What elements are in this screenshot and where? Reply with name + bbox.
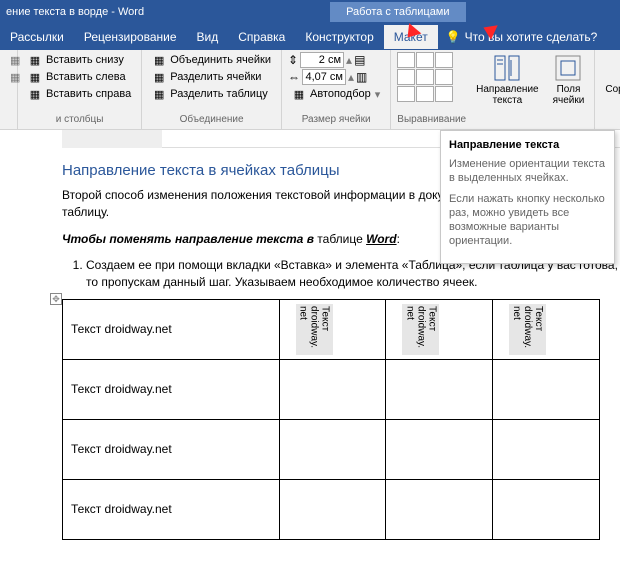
group-label: и столбцы: [24, 114, 135, 127]
table-cell[interactable]: Текст droidway.net: [63, 479, 280, 539]
text-direction-icon: [493, 54, 521, 82]
sort-button[interactable]: A↓ Сортировка: [601, 52, 620, 97]
stepper-icon[interactable]: ▴: [348, 70, 354, 84]
cell-margins-button[interactable]: Поля ячейки: [549, 52, 589, 108]
table-cell[interactable]: Текст droidway. net: [493, 299, 600, 359]
row-height-input[interactable]: [300, 52, 344, 68]
table-row: Текст droidway.net Текст droidway. net Т…: [63, 299, 600, 359]
tab-help[interactable]: Справка: [228, 25, 295, 49]
insert-left-icon: ▦: [28, 70, 42, 84]
col-width-input[interactable]: [302, 69, 346, 85]
table-cell[interactable]: Текст droidway.net: [63, 419, 280, 479]
tab-design[interactable]: Конструктор: [295, 25, 383, 49]
stepper-icon[interactable]: ▴: [346, 53, 352, 67]
group-label: Объединение: [148, 114, 275, 127]
tooltip-text: Изменение ориентации текста в выделенных…: [449, 157, 606, 186]
table-cell[interactable]: Текст droidway.net: [63, 359, 280, 419]
partial-button[interactable]: ▦: [6, 52, 14, 68]
merge-cells-button[interactable]: ▦Объединить ячейки: [148, 52, 275, 68]
align-ml[interactable]: [397, 69, 415, 85]
table-cell[interactable]: [386, 419, 493, 479]
insert-left-button[interactable]: ▦Вставить слева: [24, 69, 135, 85]
row-height-icon: ⇕: [288, 53, 298, 67]
split-icon: ▦: [152, 70, 166, 84]
window-title: ение текста в ворде - Word: [0, 6, 150, 18]
group-merge: ▦Объединить ячейки ▦Разделить ячейки ▦Ра…: [142, 50, 282, 129]
tab-mailings[interactable]: Рассылки: [0, 25, 74, 49]
align-tr[interactable]: [435, 52, 453, 68]
align-tl[interactable]: [397, 52, 415, 68]
title-bar: ение текста в ворде - Word Работа с табл…: [0, 0, 620, 24]
group-label: Размер ячейки: [288, 114, 384, 127]
distribute-rows-icon[interactable]: ▤: [354, 53, 365, 67]
lightbulb-icon: 💡: [446, 30, 461, 44]
table-row: Текст droidway.net: [63, 359, 600, 419]
distribute-cols-icon[interactable]: ▥: [356, 70, 367, 84]
ribbon-tabs: Рассылки Рецензирование Вид Справка Конс…: [0, 24, 620, 50]
alignment-grid: [397, 52, 466, 102]
document-table[interactable]: Текст droidway.net Текст droidway. net Т…: [62, 299, 600, 540]
autofit-icon: ▦: [292, 87, 306, 101]
group-data: A↓ Сортировка: [595, 50, 620, 129]
table-cell[interactable]: Текст droidway. net: [386, 299, 493, 359]
tab-layout[interactable]: Макет: [384, 25, 438, 49]
merge-icon: ▦: [152, 53, 166, 67]
align-bc[interactable]: [416, 86, 434, 102]
ribbon: ▦ ▦ ▦Вставить снизу ▦Вставить слева ▦Вст…: [0, 50, 620, 130]
align-br[interactable]: [435, 86, 453, 102]
group-rows-columns: ▦ ▦: [0, 50, 18, 129]
text-direction-tooltip: Направление текста Изменение ориентации …: [440, 130, 615, 264]
table-move-handle[interactable]: ✥: [50, 293, 62, 305]
tell-me-search[interactable]: 💡 Что вы хотите сделать?: [446, 30, 598, 44]
tooltip-title: Направление текста: [449, 139, 606, 151]
table-cell[interactable]: [279, 479, 386, 539]
text-direction-button[interactable]: Направление текста: [472, 52, 542, 108]
split-table-icon: ▦: [152, 87, 166, 101]
autofit-button[interactable]: ▦Автоподбор▾: [288, 86, 384, 102]
insert-below-icon: ▦: [28, 53, 42, 67]
tab-view[interactable]: Вид: [187, 25, 229, 49]
split-cells-button[interactable]: ▦Разделить ячейки: [148, 69, 275, 85]
table-cell[interactable]: [493, 419, 600, 479]
table-row: Текст droidway.net: [63, 419, 600, 479]
table-cell[interactable]: Текст droidway.net: [63, 299, 280, 359]
group-cell-size: ⇕ ▴ ▤ ⇔ ▴ ▥ ▦Автоподбор▾ Размер ячейки: [282, 50, 391, 129]
group-label: Выравнивание: [397, 114, 466, 127]
table-icon: ▦: [10, 70, 20, 84]
insert-below-button[interactable]: ▦Вставить снизу: [24, 52, 135, 68]
insert-right-button[interactable]: ▦Вставить справа: [24, 86, 135, 102]
table-cell[interactable]: [279, 419, 386, 479]
cell-margins-icon: [554, 54, 582, 82]
align-bl[interactable]: [397, 86, 415, 102]
tooltip-text: Если нажать кнопку несколько раз, можно …: [449, 192, 606, 249]
align-tc[interactable]: [416, 52, 434, 68]
align-mc[interactable]: [416, 69, 434, 85]
align-mr[interactable]: [435, 69, 453, 85]
context-tab-table-tools: Работа с таблицами: [330, 2, 465, 22]
table-cell[interactable]: [493, 479, 600, 539]
split-table-button[interactable]: ▦Разделить таблицу: [148, 86, 275, 102]
table-cell[interactable]: Текст droidway. net: [279, 299, 386, 359]
table-row: Текст droidway.net: [63, 479, 600, 539]
table-cell[interactable]: [279, 359, 386, 419]
table-icon: ▦: [10, 53, 20, 67]
col-width-icon: ⇔: [288, 70, 300, 84]
group-insert: ▦Вставить снизу ▦Вставить слева ▦Вставит…: [18, 50, 142, 129]
partial-button[interactable]: ▦: [6, 69, 14, 85]
group-alignment: Выравнивание Направление текста Поля яче…: [391, 50, 595, 129]
table-cell[interactable]: [386, 359, 493, 419]
table-cell[interactable]: [493, 359, 600, 419]
insert-right-icon: ▦: [28, 87, 42, 101]
table-cell[interactable]: [386, 479, 493, 539]
tab-review[interactable]: Рецензирование: [74, 25, 187, 49]
